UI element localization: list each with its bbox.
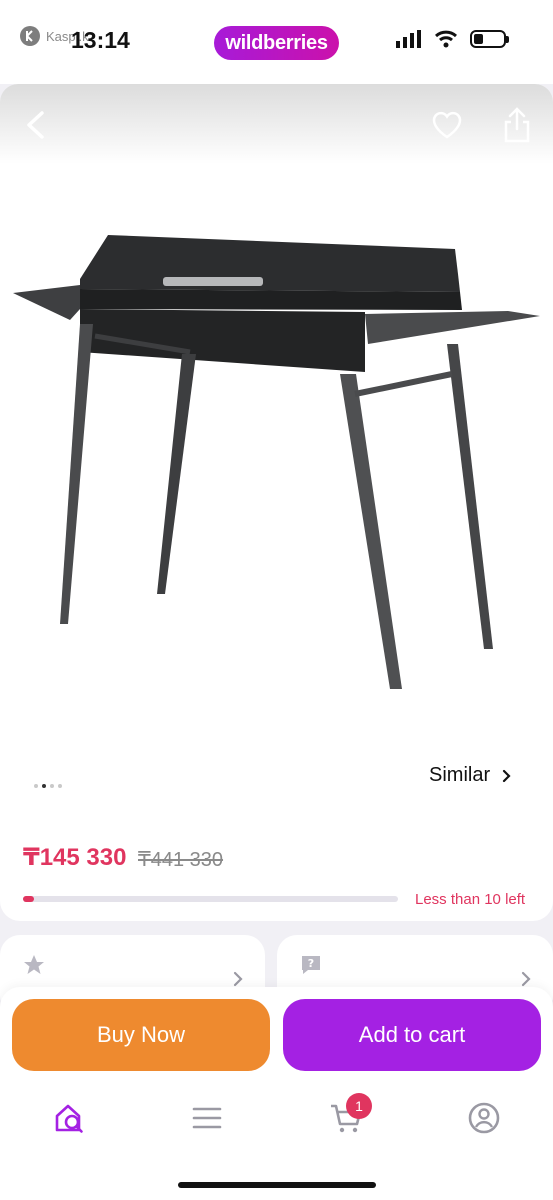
chevron-right-icon bbox=[233, 971, 243, 987]
profile-icon bbox=[468, 1102, 500, 1134]
share-icon[interactable] bbox=[501, 106, 533, 144]
status-time: 13:14 bbox=[71, 27, 130, 53]
stock-progress-fill bbox=[23, 896, 35, 902]
product-gallery[interactable]: Similar bbox=[0, 84, 553, 817]
wifi-icon bbox=[435, 30, 457, 48]
buy-now-button[interactable]: Buy Now bbox=[12, 999, 270, 1071]
question-icon: ? bbox=[302, 956, 320, 974]
tab-catalog[interactable] bbox=[187, 1098, 227, 1138]
gallery-dots bbox=[34, 784, 62, 788]
tab-bar bbox=[0, 1090, 553, 1150]
heart-icon[interactable] bbox=[430, 108, 464, 142]
gallery-dot bbox=[58, 784, 62, 788]
tab-home[interactable] bbox=[50, 1098, 90, 1138]
signal-icon bbox=[396, 30, 421, 48]
gallery-dot bbox=[50, 784, 54, 788]
home-indicator bbox=[178, 1182, 376, 1188]
gallery-dot bbox=[34, 784, 38, 788]
stock-label: Less than 10 left bbox=[415, 891, 526, 908]
similar-link[interactable]: Similar bbox=[429, 764, 512, 787]
status-bar: Kaspi.kz 13:14 wildberries bbox=[0, 0, 553, 84]
old-price: ₸441 330 bbox=[138, 849, 224, 871]
battery-icon bbox=[470, 30, 509, 48]
gallery-dot-active bbox=[42, 784, 46, 788]
brand-logo: wildberries bbox=[214, 26, 339, 60]
chevron-right-icon bbox=[521, 971, 531, 987]
system-icons bbox=[396, 30, 509, 48]
chevron-right-icon bbox=[503, 769, 511, 782]
back-icon[interactable] bbox=[22, 110, 50, 140]
price-card: ₸145 330 ₸441 330 Less than 10 left bbox=[0, 817, 553, 921]
menu-icon bbox=[192, 1107, 222, 1129]
cart-count-badge: 1 bbox=[346, 1093, 372, 1119]
home-search-icon bbox=[55, 1104, 83, 1133]
svg-text:?: ? bbox=[308, 957, 314, 970]
similar-label: Similar bbox=[429, 764, 491, 786]
tab-profile[interactable] bbox=[464, 1098, 504, 1138]
stock-progress-bar bbox=[23, 896, 398, 902]
current-price: ₸145 330 bbox=[23, 844, 127, 871]
product-image bbox=[13, 235, 540, 689]
add-to-cart-button[interactable]: Add to cart bbox=[283, 999, 541, 1071]
star-icon bbox=[24, 955, 44, 974]
kaspi-app-icon bbox=[20, 26, 40, 46]
